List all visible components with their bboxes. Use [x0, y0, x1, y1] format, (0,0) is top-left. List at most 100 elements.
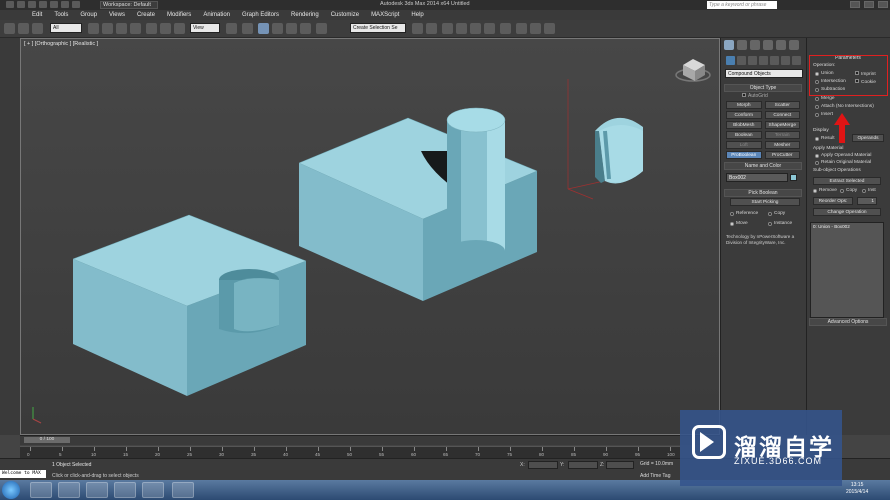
instance-extract-radio[interactable]: Inst — [862, 188, 876, 193]
menu-tools[interactable]: Tools — [48, 10, 74, 20]
compound-button-terrain[interactable]: Terrain — [764, 131, 800, 139]
box-with-hole[interactable] — [72, 214, 307, 396]
copy-radio[interactable]: Copy — [768, 211, 785, 216]
copy-extract-radio[interactable]: Copy — [840, 188, 857, 193]
move-radio[interactable]: Move — [730, 221, 748, 226]
scale-icon[interactable] — [174, 23, 185, 34]
compound-button-morph[interactable]: Morph — [726, 101, 762, 109]
geometry-icon[interactable] — [726, 56, 735, 65]
compound-button-blobmesh[interactable]: BlobMesh — [726, 121, 762, 129]
name-color-rollout-header[interactable]: Name and Color — [724, 162, 802, 170]
change-operation-button[interactable]: Change Operation — [813, 208, 881, 216]
redo-icon[interactable] — [61, 1, 69, 8]
angle-snap-icon[interactable] — [272, 23, 283, 34]
x-coordinate-field[interactable] — [528, 461, 558, 469]
graphite-ribbon-icon[interactable] — [456, 23, 467, 34]
motion-tab-icon[interactable] — [763, 40, 773, 50]
extract-selected-button[interactable]: Extract Selected — [813, 177, 881, 185]
render-setup-icon[interactable] — [516, 23, 527, 34]
lights-icon[interactable] — [748, 56, 757, 65]
viewcube-icon[interactable] — [675, 59, 711, 82]
apply-operand-material-radio[interactable]: Apply Operand Material — [815, 153, 871, 158]
operand-list-item[interactable]: 0: Union - Box002 — [813, 224, 881, 229]
half-cylinder-object[interactable] — [595, 117, 643, 184]
menu-animation[interactable]: Animation — [197, 10, 236, 20]
layer-manager-icon[interactable] — [442, 23, 453, 34]
reference-coordinate-dropdown[interactable]: View — [190, 23, 220, 33]
start-button[interactable] — [2, 481, 20, 499]
add-time-tag[interactable]: Add Time Tag — [640, 473, 670, 479]
object-color-swatch[interactable] — [790, 174, 797, 181]
imprint-checkbox[interactable]: Imprint — [855, 71, 876, 77]
attach-radio[interactable]: Attach (No Intersections) — [815, 104, 874, 109]
compound-button-boolean[interactable]: Boolean — [726, 131, 762, 139]
undo-icon[interactable] — [50, 1, 58, 8]
reorder-ops-button[interactable]: Reorder Ops: — [813, 197, 853, 205]
track-bar[interactable]: 0 5 10 15 20 25 30 35 40 45 50 55 60 65 70 75 80 85 90 95 10… — [20, 446, 680, 458]
mirror-icon[interactable] — [412, 23, 423, 34]
reference-radio[interactable]: Reference — [730, 211, 758, 216]
create-tab-icon[interactable] — [724, 40, 734, 50]
photoshop-taskbar-icon[interactable] — [172, 482, 194, 498]
menu-modifiers[interactable]: Modifiers — [161, 10, 197, 20]
spinner-snap-icon[interactable] — [300, 23, 311, 34]
select-object-icon[interactable] — [88, 23, 99, 34]
rendered-frame-window-icon[interactable] — [530, 23, 541, 34]
snaps-toggle-icon[interactable] — [258, 23, 269, 34]
system-clock[interactable]: 13:15 2015/4/14 — [846, 482, 868, 496]
union-radio[interactable]: Union — [815, 71, 834, 76]
browser-taskbar-icon[interactable] — [86, 482, 108, 498]
render-production-icon[interactable] — [544, 23, 555, 34]
compound-button-shapemerge[interactable]: ShapeMerge — [764, 121, 800, 129]
retain-original-material-radio[interactable]: Retain Original Material — [815, 160, 871, 165]
systems-icon[interactable] — [792, 56, 801, 65]
utilities-tab-icon[interactable] — [789, 40, 799, 50]
compound-button-conform[interactable]: Conform — [726, 111, 762, 119]
minimize-button[interactable] — [850, 1, 860, 8]
operands-button[interactable]: Operands — [852, 134, 884, 142]
compound-button-mesher[interactable]: Mesher — [764, 141, 800, 149]
menu-group[interactable]: Group — [74, 10, 103, 20]
menu-customize[interactable]: Customize — [325, 10, 365, 20]
space-warps-icon[interactable] — [781, 56, 790, 65]
selection-filter-dropdown[interactable]: All — [50, 23, 82, 33]
3dsmax-taskbar-icon[interactable] — [114, 482, 136, 498]
maxscript-listener[interactable]: Welcome to MAX — [0, 470, 46, 478]
rotate-icon[interactable] — [160, 23, 171, 34]
rectangle-selection-icon[interactable] — [116, 23, 127, 34]
box-with-cylinder[interactable] — [298, 107, 538, 301]
cameras-icon[interactable] — [759, 56, 768, 65]
pivot-center-icon[interactable] — [226, 23, 237, 34]
compound-button-scatter[interactable]: Scatter — [764, 101, 800, 109]
object-type-rollout-header[interactable]: Object Type — [724, 84, 802, 92]
insert-radio[interactable]: Insert — [815, 112, 833, 117]
schematic-view-icon[interactable] — [484, 23, 495, 34]
display-tab-icon[interactable] — [776, 40, 786, 50]
cookie-checkbox[interactable]: Cookie — [855, 79, 876, 85]
align-icon[interactable] — [426, 23, 437, 34]
new-file-icon[interactable] — [17, 1, 25, 8]
merge-radio[interactable]: Merge — [815, 96, 835, 101]
compound-button-proboolean[interactable]: ProBoolean — [726, 151, 762, 159]
qq-taskbar-icon[interactable] — [142, 482, 164, 498]
menu-help[interactable]: Help — [405, 10, 429, 20]
compound-button-connect[interactable]: Connect — [764, 111, 800, 119]
advanced-options-rollout-header[interactable]: Advanced Options — [809, 318, 887, 326]
shapes-icon[interactable] — [737, 56, 746, 65]
compound-button-loft[interactable]: Loft — [726, 141, 762, 149]
menu-rendering[interactable]: Rendering — [285, 10, 325, 20]
edit-named-selection-icon[interactable] — [316, 23, 327, 34]
time-slider[interactable]: 0 / 100 — [24, 437, 70, 443]
material-editor-icon[interactable] — [500, 23, 511, 34]
operand-list[interactable]: 0: Union - Box002 — [810, 222, 884, 318]
menu-maxscript[interactable]: MAXScript — [365, 10, 405, 20]
select-manipulate-icon[interactable] — [242, 23, 253, 34]
y-coordinate-field[interactable] — [568, 461, 598, 469]
result-radio[interactable]: Result — [815, 136, 835, 141]
geometry-category-dropdown[interactable]: Compound Objects — [725, 69, 803, 78]
subtraction-radio[interactable]: Subtraction — [815, 87, 845, 92]
intersection-radio[interactable]: Intersection — [815, 79, 846, 84]
maximize-button[interactable] — [864, 1, 874, 8]
object-name-field[interactable]: Box002 — [726, 173, 788, 182]
helpers-icon[interactable] — [770, 56, 779, 65]
